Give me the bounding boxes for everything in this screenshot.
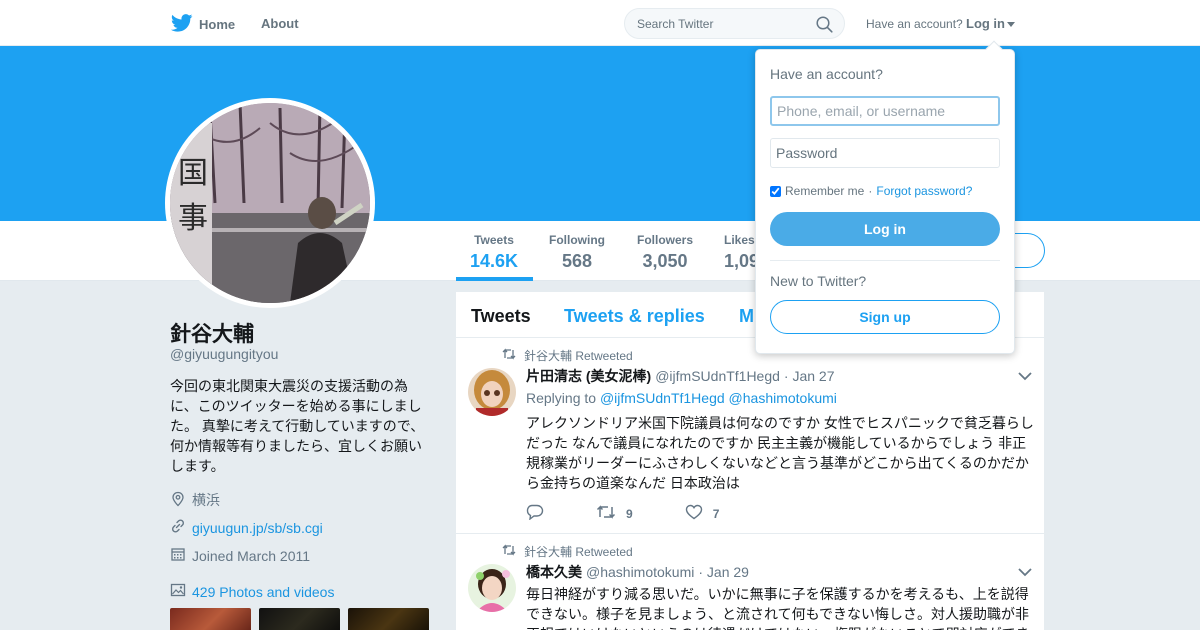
retweet-context: 針谷大輔 Retweeted: [502, 543, 633, 560]
svg-text:国: 国: [178, 156, 208, 191]
photos-videos-label: 429 Photos and videos: [192, 583, 335, 600]
tweet-avatar[interactable]: [468, 368, 516, 416]
heart-icon: [685, 504, 703, 523]
profile-handle: @giyuugungityou: [170, 346, 279, 362]
tweet-item[interactable]: 針谷大輔 Retweeted 片田清志 (美女泥棒) @ijfmSUdnTf1H…: [456, 338, 1044, 534]
photo-thumbnail[interactable]: [259, 608, 340, 630]
remember-me-checkbox[interactable]: [770, 185, 781, 197]
tweet-header: 橋本久美 @hashimotokumi · Jan 29: [526, 562, 749, 582]
replying-to: Replying to @ijfmSUdnTf1Hegd @hashimotok…: [526, 390, 837, 406]
profile-avatar[interactable]: 国 事: [165, 98, 375, 308]
photo-thumbnail[interactable]: [170, 608, 251, 630]
retweet-icon: [502, 544, 516, 559]
nav-home-link[interactable]: Home: [170, 14, 236, 35]
password-field[interactable]: [770, 138, 1000, 168]
link-icon: [170, 518, 186, 537]
tweet-item[interactable]: 針谷大輔 Retweeted 橋本久美 @hashimotokumi · Jan…: [456, 534, 1044, 630]
stat-following[interactable]: Following 568: [546, 233, 608, 272]
replying-to-prefix: Replying to: [526, 390, 597, 406]
tweet-author-name[interactable]: 橋本久美: [526, 562, 582, 582]
top-navigation-bar: Home About Have an account? Log in: [0, 0, 1200, 46]
remember-row: Remember me · Forgot password?: [770, 184, 972, 198]
username-field[interactable]: [770, 96, 1000, 126]
stat-label: Following: [549, 233, 605, 247]
tweet-date[interactable]: · Jan 27: [784, 368, 835, 384]
stat-followers[interactable]: Followers 3,050: [634, 233, 696, 272]
like-action[interactable]: 7: [685, 504, 720, 523]
tweet-date[interactable]: · Jan 29: [698, 564, 749, 580]
stat-value: 3,050: [642, 251, 688, 271]
retweet-context: 針谷大輔 Retweeted: [502, 347, 633, 364]
retweet-action[interactable]: 9: [596, 505, 633, 522]
search-box: [624, 8, 845, 39]
remember-me-label[interactable]: Remember me: [785, 184, 864, 198]
tweet-actions: 9 7: [526, 504, 771, 523]
retweet-count: 9: [626, 506, 633, 521]
website-link[interactable]: giyuugun.jp/sb/sb.cgi: [192, 520, 323, 536]
svg-text:事: 事: [178, 201, 208, 236]
signup-button[interactable]: Sign up: [770, 300, 1000, 334]
profile-joined: Joined March 2011: [170, 546, 310, 565]
location-text: 横浜: [192, 492, 220, 508]
search-icon[interactable]: [816, 16, 833, 38]
stat-tweets[interactable]: Tweets 14.6K: [470, 233, 518, 272]
login-dropdown-toggle[interactable]: Log in: [966, 16, 1015, 31]
new-to-twitter-text: New to Twitter?: [770, 273, 867, 289]
stat-value: 14.6K: [470, 251, 519, 271]
login-dropdown: Have an account? Remember me · Forgot pa…: [755, 40, 1015, 354]
tab-media[interactable]: M: [739, 306, 754, 327]
tweet-header: 片田清志 (美女泥棒) @ijfmSUdnTf1Hegd · Jan 27: [526, 366, 835, 386]
tweet-author-handle[interactable]: @hashimotokumi: [586, 564, 694, 580]
joined-text: Joined March 2011: [192, 547, 311, 564]
tweet-text: 毎日神経がすり減る思いだ。いかに無事に子を保護するかを考えるも、上を説得できない…: [526, 586, 1030, 630]
reply-action[interactable]: [526, 504, 544, 523]
tweet-author-handle[interactable]: @ijfmSUdnTf1Hegd: [655, 368, 780, 384]
replying-to-handles[interactable]: @ijfmSUdnTf1Hegd @hashimotokumi: [600, 390, 837, 406]
retweet-context-text: 針谷大輔 Retweeted: [524, 545, 633, 559]
stat-label: Followers: [636, 233, 693, 247]
profile-name: 針谷大輔: [170, 323, 254, 346]
dropdown-title: Have an account?: [770, 66, 883, 82]
stat-value: 568: [561, 251, 593, 271]
reply-icon: [526, 504, 544, 523]
calendar-icon: [170, 546, 186, 565]
retweet-icon: [596, 505, 616, 522]
profile-location: 横浜: [170, 490, 220, 510]
profile-bio: 今回の東北関東大震災の支援活動の為に、このツイッターを始める事にしました。 真摯…: [170, 378, 425, 474]
tab-tweets-replies[interactable]: Tweets & replies: [564, 306, 705, 327]
dropdown-divider: [770, 260, 1000, 261]
tweet-avatar[interactable]: [468, 564, 516, 612]
nav-about-link[interactable]: About: [261, 16, 299, 31]
forgot-password-link[interactable]: Forgot password?: [876, 184, 972, 198]
separator-dot: ·: [868, 184, 873, 198]
photos-videos-link[interactable]: 429 Photos and videos: [170, 582, 334, 601]
caret-down-icon: [1007, 16, 1015, 31]
location-pin-icon: [170, 491, 186, 510]
stat-label: Tweets: [474, 233, 514, 247]
tab-tweets[interactable]: Tweets: [471, 306, 531, 327]
avatar-photo: 国 事: [170, 103, 370, 303]
twitter-bird-icon: [170, 14, 193, 35]
search-input[interactable]: [637, 17, 807, 31]
image-icon: [170, 582, 186, 601]
profile-website: giyuugun.jp/sb/sb.cgi: [170, 518, 323, 537]
login-link-label: Log in: [966, 16, 1005, 31]
chevron-down-icon[interactable]: [1018, 368, 1032, 386]
retweet-icon: [502, 348, 516, 363]
tweet-text: アレクソンドリア米国下院議員は何なのですか 女性でヒスパニックで貧乏暮らしだった…: [526, 415, 1034, 491]
login-button[interactable]: Log in: [770, 212, 1000, 246]
photo-thumbnail[interactable]: [348, 608, 429, 630]
have-account-text: Have an account?: [866, 17, 963, 31]
retweet-context-text: 針谷大輔 Retweeted: [524, 349, 633, 363]
chevron-down-icon[interactable]: [1018, 564, 1032, 582]
active-stat-indicator: [456, 277, 533, 281]
nav-home-label: Home: [199, 17, 236, 32]
like-count: 7: [712, 506, 720, 521]
tweet-author-name[interactable]: 片田清志 (美女泥棒): [526, 366, 651, 386]
